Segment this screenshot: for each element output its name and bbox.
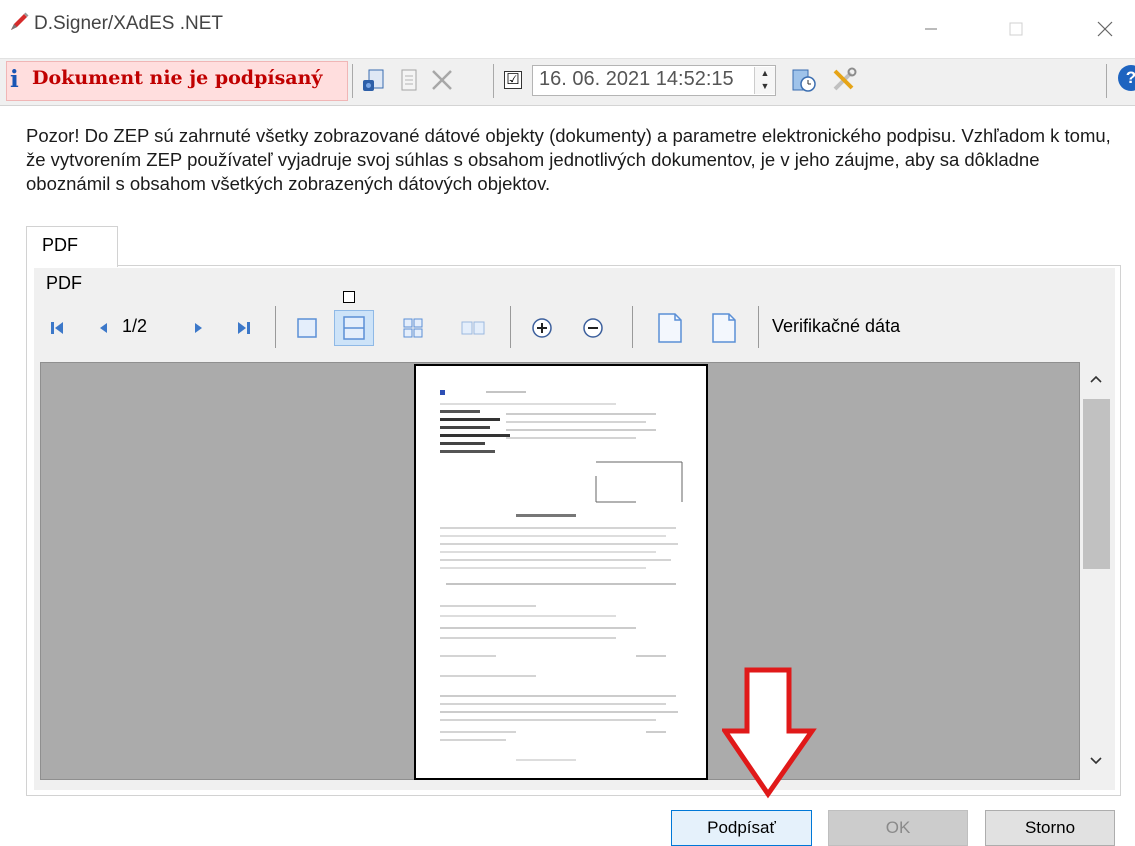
document-properties-button[interactable] bbox=[395, 66, 423, 94]
selection-handle bbox=[343, 291, 355, 303]
red-arrow-annotation bbox=[722, 667, 817, 799]
page-width-icon bbox=[712, 313, 736, 343]
zoom-out-button[interactable] bbox=[578, 310, 608, 346]
pdf-page-preview bbox=[414, 364, 708, 780]
single-page-view-button[interactable] bbox=[290, 310, 324, 346]
minimize-button[interactable] bbox=[908, 0, 954, 58]
pen-icon bbox=[11, 12, 29, 30]
fit-width-button[interactable] bbox=[706, 310, 742, 346]
maximize-icon bbox=[1009, 22, 1023, 36]
single-page-icon bbox=[297, 318, 317, 338]
clock-document-icon bbox=[792, 69, 816, 92]
toolbar-separator bbox=[493, 64, 494, 98]
datetime-spinner[interactable]: ▲ ▼ bbox=[754, 67, 775, 94]
facing-view-button[interactable] bbox=[456, 310, 490, 346]
tools-icon bbox=[833, 67, 857, 91]
grid-pages-icon bbox=[403, 318, 423, 338]
viewer-toolbar-separator bbox=[510, 306, 511, 348]
viewer-toolbar-separator bbox=[758, 306, 759, 348]
info-icon: i bbox=[10, 66, 19, 93]
zoom-in-button[interactable] bbox=[527, 310, 557, 346]
add-document-button[interactable] bbox=[360, 66, 388, 94]
scroll-up-icon[interactable] bbox=[1089, 374, 1103, 384]
ok-button[interactable]: OK bbox=[828, 810, 968, 846]
signing-time-checkbox[interactable]: ☑ bbox=[504, 71, 522, 89]
next-page-icon bbox=[195, 323, 202, 333]
scroll-down-icon[interactable] bbox=[1089, 756, 1103, 766]
signing-time-input[interactable]: 16. 06. 2021 14:52:15 bbox=[532, 65, 776, 96]
verification-data-link[interactable]: Verifikačné dáta bbox=[772, 316, 900, 337]
toolbar-separator bbox=[352, 64, 353, 98]
minimize-icon bbox=[925, 28, 937, 30]
viewer-toolbar-separator bbox=[632, 306, 633, 348]
settings-button[interactable] bbox=[830, 66, 858, 94]
page-content-thumbnail bbox=[440, 390, 683, 761]
zoom-out-icon bbox=[583, 318, 603, 338]
window-title: D.Signer/XAdES .NET bbox=[34, 13, 224, 34]
page-icon bbox=[658, 313, 682, 343]
document-icon bbox=[401, 69, 417, 91]
maximize-button[interactable] bbox=[993, 0, 1039, 58]
delete-x-icon bbox=[432, 70, 452, 90]
viewer-toolbar-separator bbox=[275, 306, 276, 348]
zoom-in-icon bbox=[532, 318, 552, 338]
signature-status-text: Dokument nie je podpísaný bbox=[32, 67, 323, 89]
sign-button[interactable]: Podpísať bbox=[671, 810, 812, 846]
first-page-icon bbox=[51, 322, 63, 334]
close-button[interactable] bbox=[1082, 0, 1128, 58]
remove-document-button[interactable] bbox=[428, 66, 456, 94]
last-page-button[interactable] bbox=[230, 310, 258, 346]
first-page-button[interactable] bbox=[44, 310, 70, 346]
add-document-icon bbox=[363, 69, 384, 91]
previous-page-button[interactable] bbox=[92, 310, 114, 346]
tab-pdf-label: PDF bbox=[42, 235, 78, 255]
page-indicator: 1/2 bbox=[122, 316, 148, 336]
fit-page-button[interactable] bbox=[652, 310, 688, 346]
cancel-button[interactable]: Storno bbox=[985, 810, 1115, 846]
refresh-time-button[interactable] bbox=[790, 66, 818, 94]
previous-page-icon bbox=[100, 323, 107, 333]
continuous-view-button[interactable] bbox=[334, 310, 374, 346]
viewer-title: PDF bbox=[46, 273, 82, 293]
last-page-icon bbox=[238, 322, 250, 334]
close-icon bbox=[1097, 21, 1113, 37]
toolbar-separator bbox=[1106, 64, 1107, 98]
next-page-button[interactable] bbox=[188, 310, 210, 346]
facing-continuous-view-button[interactable] bbox=[396, 310, 430, 346]
two-pages-icon bbox=[461, 321, 485, 335]
signature-warning-text: Pozor! Do ZEP sú zahrnuté všetky zobrazo… bbox=[26, 125, 1111, 194]
continuous-page-icon bbox=[343, 316, 365, 340]
scrollbar-thumb[interactable] bbox=[1083, 399, 1110, 569]
